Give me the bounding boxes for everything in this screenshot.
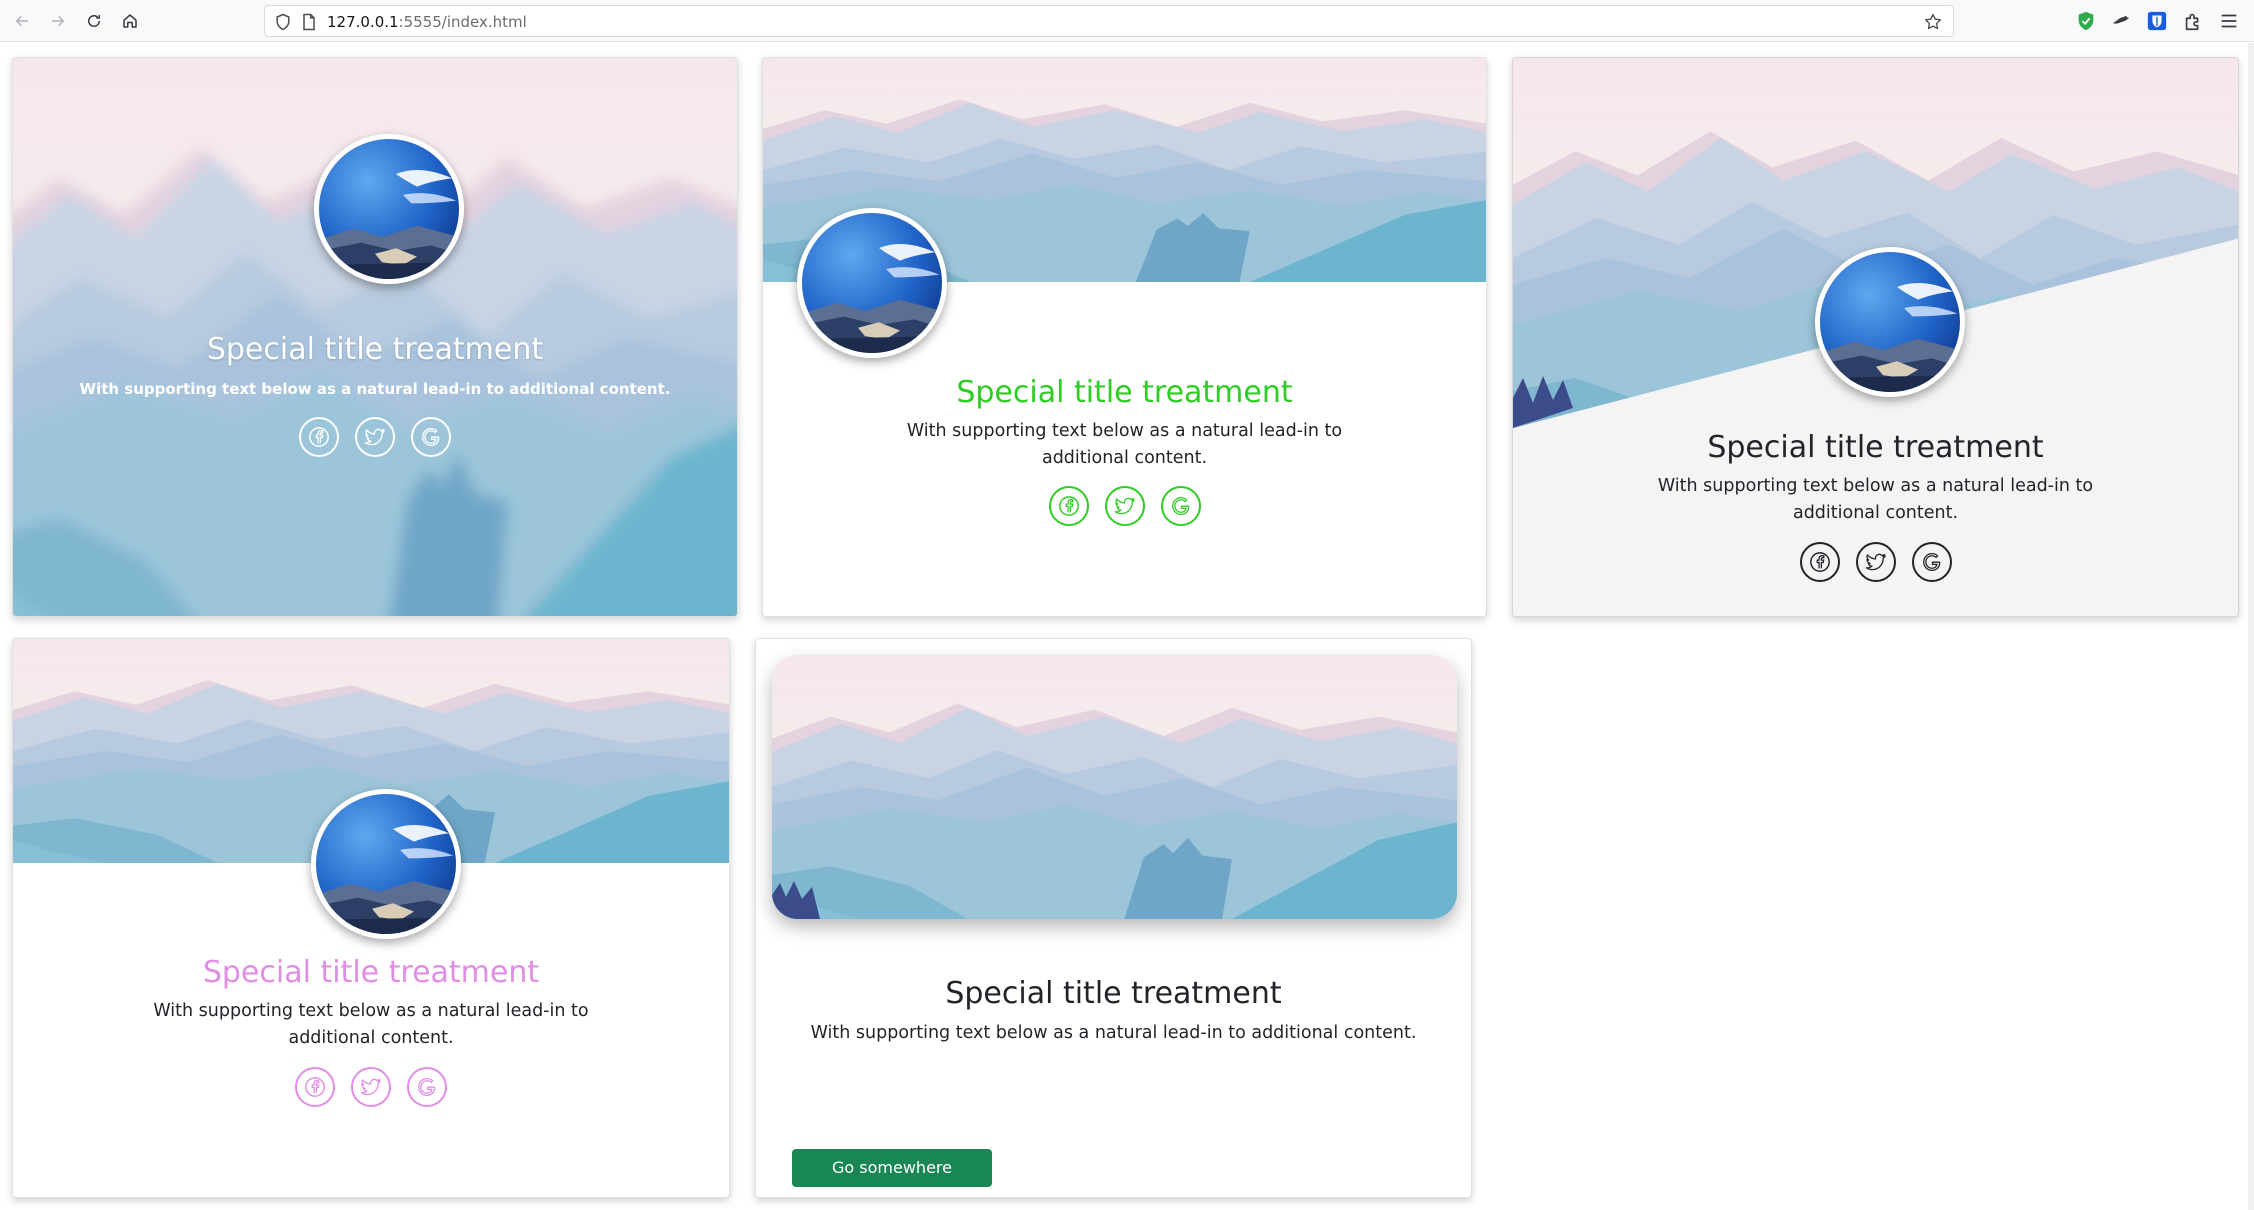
url-path: :5555/index.html — [398, 13, 527, 31]
card-title: Special title treatment — [206, 332, 544, 367]
url-host: 127.0.0.1 — [327, 13, 399, 31]
page-scrollbar[interactable] — [2248, 43, 2254, 1210]
card-text: With supporting text below as a natural … — [153, 1001, 589, 1048]
card-text: With supporting text below as a natural … — [79, 380, 671, 398]
twitter-icon[interactable] — [1855, 542, 1896, 582]
url-text[interactable]: 127.0.0.1:5555/index.html — [327, 12, 527, 32]
address-bar[interactable]: 127.0.0.1:5555/index.html — [264, 5, 1954, 37]
shield-icon[interactable] — [273, 12, 293, 32]
google-icon[interactable] — [1160, 486, 1201, 526]
google-icon[interactable] — [411, 417, 451, 457]
card-image-landscape — [772, 655, 1457, 919]
forward-icon[interactable] — [44, 7, 72, 35]
profile-card-green: Special title treatment With supporting … — [762, 57, 1487, 617]
card-image — [772, 655, 1457, 919]
google-icon[interactable] — [407, 1067, 447, 1107]
profile-card-blurred: Special title treatment With supporting … — [12, 57, 738, 617]
facebook-icon[interactable] — [1048, 486, 1089, 526]
facebook-icon[interactable] — [1799, 542, 1840, 582]
facebook-icon[interactable] — [295, 1067, 335, 1107]
extensions-puzzle-icon[interactable] — [2182, 10, 2204, 32]
profile-card-slanted: Special title treatment With supporting … — [1512, 57, 2239, 617]
card-title: Special title treatment — [945, 976, 1282, 1011]
avatar — [314, 134, 464, 284]
social-links — [13, 1067, 729, 1107]
avatar — [311, 789, 461, 939]
page-icon[interactable] — [299, 12, 319, 32]
google-icon[interactable] — [1911, 542, 1952, 582]
avatar — [1815, 247, 1965, 397]
card-title: Special title treatment — [202, 955, 540, 990]
bookmark-star-icon[interactable] — [1923, 12, 1943, 32]
home-icon[interactable] — [116, 7, 144, 35]
social-links — [13, 417, 737, 457]
twitter-icon[interactable] — [355, 417, 395, 457]
card-text: With supporting text below as a natural … — [1657, 476, 2094, 523]
card-text: With supporting text below as a natural … — [810, 1023, 1417, 1043]
card-text: With supporting text below as a natural … — [906, 421, 1343, 468]
reload-icon[interactable] — [80, 7, 108, 35]
extension-icon[interactable] — [2110, 10, 2132, 32]
image-card: Special title treatment With supporting … — [755, 638, 1472, 1198]
social-links — [1513, 542, 2238, 582]
browser-toolbar: 127.0.0.1:5555/index.html — [0, 0, 2254, 42]
social-links — [763, 486, 1486, 526]
twitter-icon[interactable] — [1104, 486, 1145, 526]
extension-shield-icon[interactable] — [2075, 10, 2097, 32]
profile-card-pink: Special title treatment With supporting … — [12, 638, 730, 1198]
twitter-icon[interactable] — [351, 1067, 391, 1107]
go-somewhere-button[interactable]: Go somewhere — [792, 1149, 992, 1187]
facebook-icon[interactable] — [299, 417, 339, 457]
back-icon[interactable] — [8, 7, 36, 35]
avatar — [797, 208, 947, 358]
card-title: Special title treatment — [1707, 430, 2044, 465]
card-title: Special title treatment — [956, 375, 1293, 410]
menu-icon[interactable] — [2218, 10, 2240, 32]
extension-bitwarden-icon[interactable] — [2146, 10, 2168, 32]
